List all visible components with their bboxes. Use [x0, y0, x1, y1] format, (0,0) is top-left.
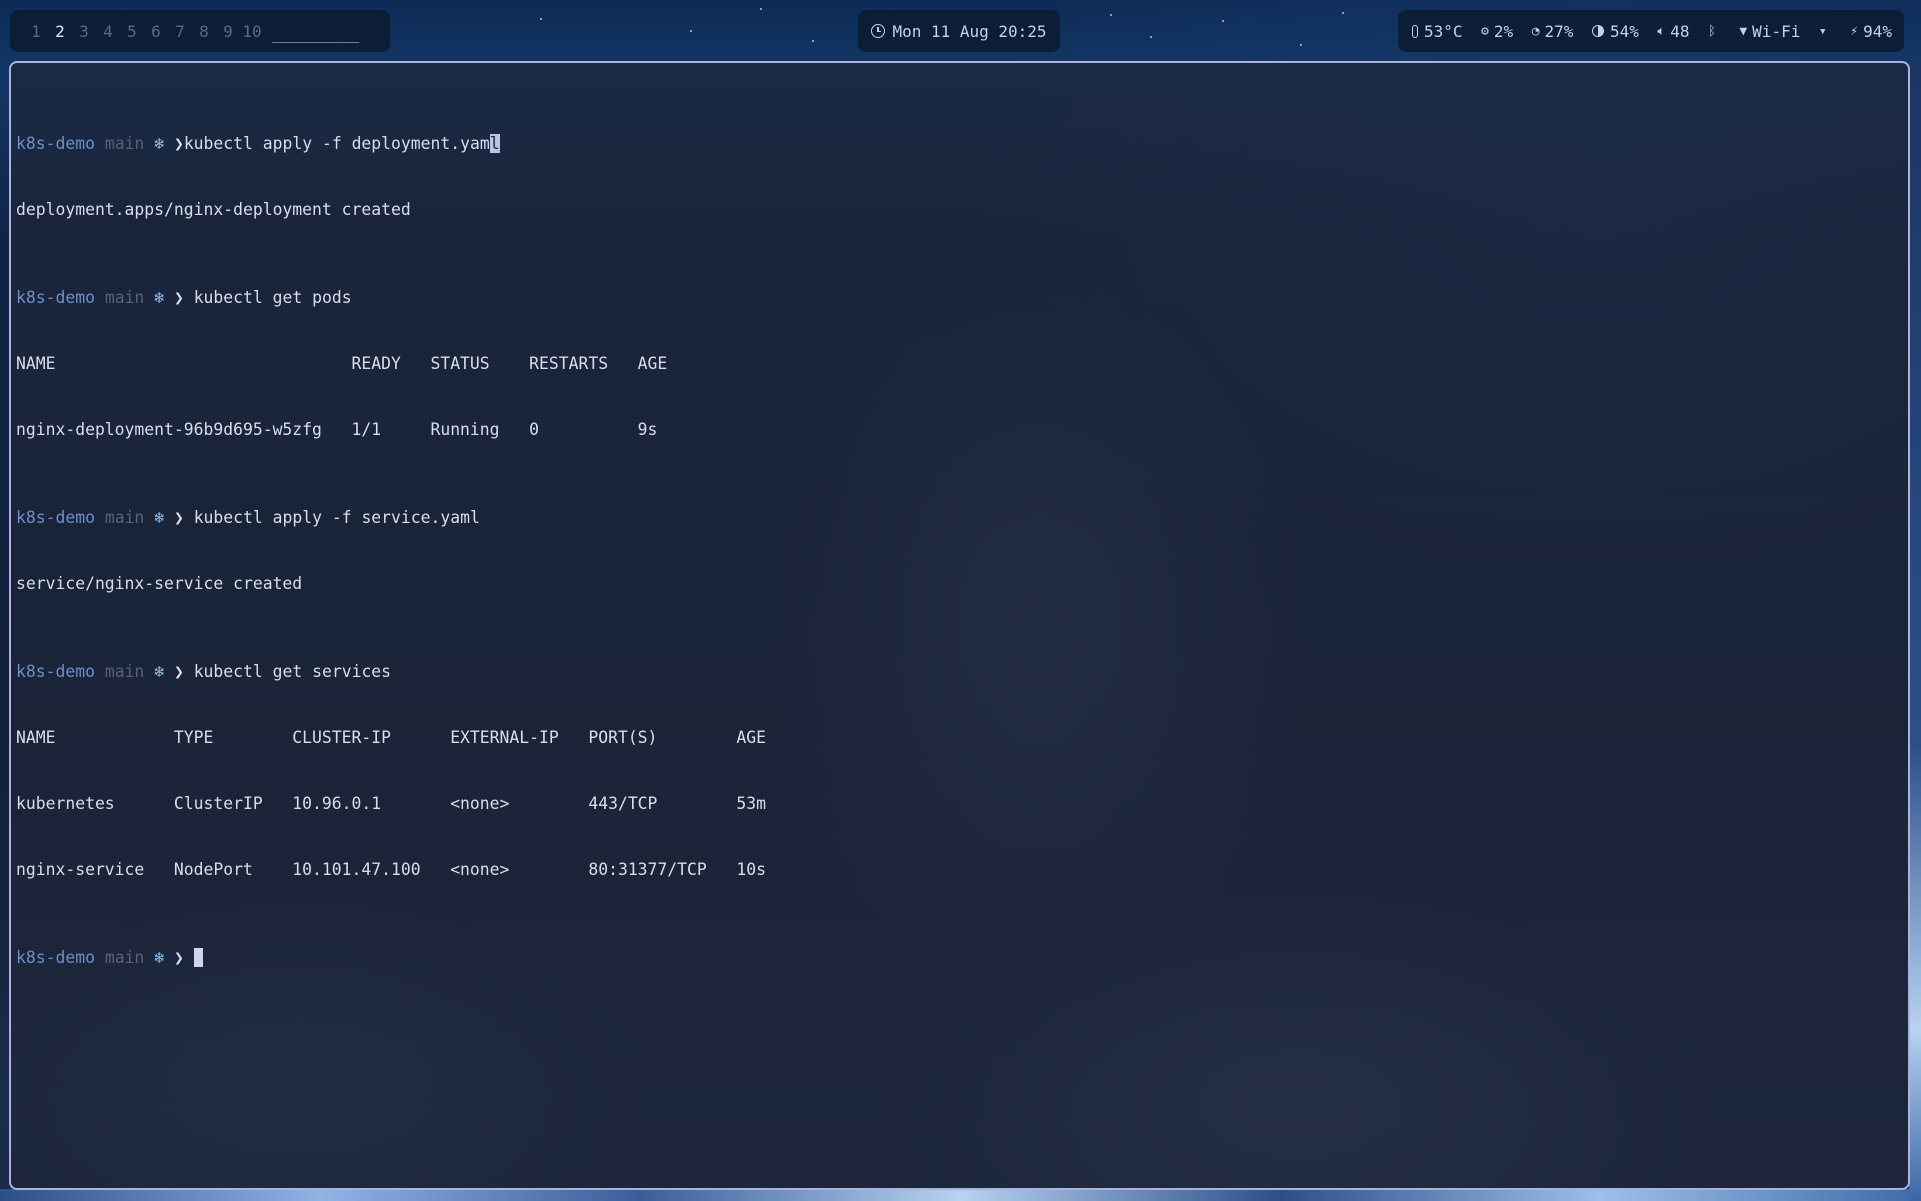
kubernetes-icon: ❄	[154, 662, 165, 681]
workspace-7-button[interactable]: 7	[168, 22, 192, 41]
workspace-1-button[interactable]: 1	[24, 22, 48, 41]
workspace-3-button[interactable]: 3	[72, 22, 96, 41]
wallpaper-bottom-edge	[0, 1189, 1921, 1201]
command-text: kubectl apply -f deployment.yam	[183, 134, 490, 153]
workspace-4-button[interactable]: 4	[96, 22, 120, 41]
prompt-directory: k8s-demo	[16, 288, 95, 307]
wallpaper-star	[812, 40, 814, 42]
wallpaper-star	[540, 18, 542, 20]
volume-value: 48	[1670, 21, 1690, 41]
command-text-highlight: l	[489, 134, 500, 153]
wallpaper-star	[690, 30, 692, 32]
output-line: deployment.apps/nginx-deployment created	[16, 200, 411, 219]
charging-bolt-icon: ⚡︎	[1850, 23, 1859, 39]
memory-value: 27%	[1544, 21, 1574, 41]
temperature-value: 53°C	[1424, 21, 1463, 41]
bluetooth-indicator[interactable]: ᛒ	[1708, 24, 1721, 39]
prompt-directory: k8s-demo	[16, 508, 95, 527]
workspace-10-button[interactable]: 10	[240, 22, 264, 41]
pods-table-header: NAME READY STATUS RESTARTS AGE	[16, 354, 668, 373]
command-text: kubectl get pods	[193, 288, 352, 307]
wallpaper-star	[1150, 36, 1152, 38]
active-prompt-line[interactable]: k8s-demo main ❄ ❯	[16, 947, 766, 969]
cpu-icon: ⚙	[1481, 23, 1489, 39]
services-table-row: nginx-service NodePort 10.101.47.100 <no…	[16, 860, 766, 879]
wallpaper-star	[1110, 14, 1112, 16]
command-line: k8s-demo main ❄ ❯ kubectl get services	[16, 661, 766, 683]
clock-widget[interactable]: Mon 11 Aug 20:25	[858, 10, 1060, 52]
prompt-git-branch: main	[104, 508, 145, 527]
brightness-value: 54%	[1609, 21, 1639, 41]
prompt-directory: k8s-demo	[16, 134, 95, 153]
workspace-switcher: 1 2 3 4 5 6 7 8 9 10 __________	[10, 10, 390, 52]
cpu-indicator[interactable]: ⚙ 2%	[1481, 22, 1513, 41]
wifi-signal-indicator[interactable]: ▾	[1819, 24, 1832, 39]
wallpaper-star	[760, 8, 762, 10]
battery-value: 94%	[1863, 21, 1892, 41]
system-status-tray: 53°C ⚙ 2% ◔ 27% 54% 🔈︎ 48 ᛒ ▼ Wi-Fi ▾ ⚡︎…	[1398, 10, 1904, 52]
prompt-git-branch: main	[104, 662, 145, 681]
terminal-output[interactable]: k8s-demo main ❄ ❯kubectl apply -f deploy…	[16, 67, 766, 1013]
kubernetes-icon: ❄	[154, 134, 165, 153]
prompt-chevron-icon: ❯	[173, 288, 184, 307]
prompt-git-branch: main	[104, 134, 145, 153]
workspace-8-button[interactable]: 8	[192, 22, 216, 41]
terminal-window[interactable]: k8s-demo main ❄ ❯kubectl apply -f deploy…	[9, 61, 1910, 1190]
prompt-directory: k8s-demo	[16, 948, 95, 967]
command-text: kubectl get services	[193, 662, 392, 681]
wallpaper-right-edge	[1909, 60, 1921, 1201]
memory-gauge-icon: ◔	[1531, 23, 1540, 39]
temperature-indicator[interactable]: 53°C	[1412, 22, 1463, 41]
workspace-6-button[interactable]: 6	[144, 22, 168, 41]
thermometer-icon	[1412, 24, 1418, 38]
services-table-header: NAME TYPE CLUSTER-IP EXTERNAL-IP PORT(S)…	[16, 728, 766, 747]
wifi-signal-icon: ▾	[1818, 23, 1827, 39]
command-text: kubectl apply -f service.yaml	[193, 508, 480, 527]
volume-indicator[interactable]: 🔈︎ 48	[1657, 22, 1689, 41]
kubernetes-icon: ❄	[154, 288, 165, 307]
clock-text: Mon 11 Aug 20:25	[892, 21, 1047, 41]
command-line: k8s-demo main ❄ ❯ kubectl apply -f servi…	[16, 507, 766, 529]
prompt-git-branch: main	[104, 948, 145, 967]
kubernetes-icon: ❄	[154, 508, 165, 527]
memory-indicator[interactable]: ◔ 27%	[1532, 22, 1574, 41]
wallpaper-star	[1222, 20, 1224, 22]
battery-indicator[interactable]: ⚡︎ 94%	[1850, 22, 1892, 41]
prompt-chevron-icon: ❯	[173, 508, 184, 527]
pods-table-row: nginx-deployment-96b9d695-w5zfg 1/1 Runn…	[16, 420, 658, 439]
clock-icon	[871, 24, 886, 38]
text-cursor[interactable]	[193, 948, 203, 967]
prompt-chevron-icon: ❯	[173, 662, 184, 681]
bluetooth-icon: ᛒ	[1708, 23, 1716, 39]
workspace-9-button[interactable]: 9	[216, 22, 240, 41]
network-value: Wi-Fi	[1752, 21, 1801, 41]
speaker-icon: 🔈︎	[1657, 23, 1666, 39]
wallpaper-star	[1342, 12, 1344, 14]
brightness-icon	[1591, 25, 1604, 37]
workspace-2-button[interactable]: 2	[48, 22, 72, 41]
prompt-chevron-icon: ❯	[173, 948, 184, 967]
cpu-value: 2%	[1493, 21, 1514, 41]
output-line: service/nginx-service created	[16, 574, 303, 593]
command-line: k8s-demo main ❄ ❯kubectl apply -f deploy…	[16, 133, 766, 155]
services-table-row: kubernetes ClusterIP 10.96.0.1 <none> 44…	[16, 794, 766, 813]
network-indicator[interactable]: ▼ Wi-Fi	[1739, 22, 1800, 41]
kubernetes-icon: ❄	[154, 948, 165, 967]
prompt-git-branch: main	[104, 288, 145, 307]
workspace-5-button[interactable]: 5	[120, 22, 144, 41]
prompt-chevron-icon: ❯	[173, 134, 184, 153]
wifi-icon: ▼	[1739, 23, 1748, 39]
command-line: k8s-demo main ❄ ❯ kubectl get pods	[16, 287, 766, 309]
wallpaper-star	[1300, 44, 1302, 46]
brightness-indicator[interactable]: 54%	[1591, 21, 1639, 41]
taskbar-placeholder: __________	[272, 23, 359, 43]
prompt-directory: k8s-demo	[16, 662, 95, 681]
